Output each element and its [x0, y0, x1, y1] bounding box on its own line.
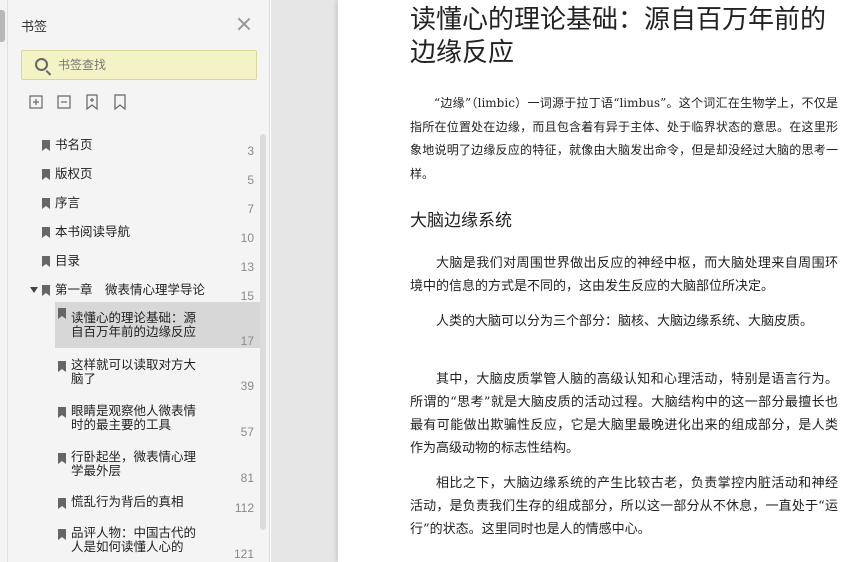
bookmark-icon [42, 256, 50, 267]
bookmark-label: 版权页 [55, 167, 93, 181]
bookmark-icon [58, 498, 66, 509]
bookmarks-panel: 书签 书名页 3 [8, 0, 270, 562]
side-rail [0, 0, 8, 562]
bookmark-label: 书名页 [55, 138, 93, 152]
bookmark-label: 学最外层 [71, 464, 122, 478]
bookmark-search[interactable] [21, 50, 257, 80]
body-paragraph: 其中，大脑皮质掌管人脑的高级认知和心理活动，特别是语言行为。所谓的“思考”就是大… [410, 372, 838, 456]
bookmark-icon [42, 169, 50, 180]
bookmark-item[interactable]: 版权页 5 [20, 163, 258, 187]
body-paragraph: 大脑是我们对周围世界做出反应的神经中枢，而大脑处理来自周围环境中的信息的方式是不… [410, 256, 838, 294]
bookmark-item[interactable]: 品评人物：中国古代的 人是如何读懂人心的 121 [55, 523, 258, 562]
bookmark-label: 人是如何读懂人心的 [71, 540, 184, 554]
page-number: 3 [247, 144, 254, 158]
bookmark-scrollbar[interactable] [260, 134, 266, 530]
page-number: 13 [240, 260, 254, 274]
page-number: 39 [240, 379, 254, 393]
page-number: 57 [240, 425, 254, 439]
page-number: 10 [240, 231, 254, 245]
bookmark-item[interactable]: 行卧起坐，微表情心理 学最外层 81 [55, 447, 258, 487]
bookmark-icon [58, 361, 66, 372]
intro-paragraph: “边缘”（limbic）一词源于拉丁语“limbus”。这个词汇在生物学上，不仅… [410, 96, 838, 181]
page-number: 112 [234, 501, 254, 515]
chapter-title: 读懂心的理论基础：源自百万年前的边缘反应 [410, 5, 827, 68]
bookmark-label: 第一章 微表情心理学导论 [55, 283, 206, 297]
collapse-all-icon[interactable] [55, 93, 73, 111]
panel-title: 书签 [21, 20, 48, 35]
bookmark-item[interactable]: 书名页 3 [20, 134, 258, 158]
bookmark-item[interactable]: 这样就可以读取对方大 脑了 39 [55, 355, 258, 395]
bookmark-icon [58, 453, 66, 464]
search-icon [35, 58, 48, 71]
bookmark-label: 脑了 [71, 372, 97, 386]
bookmark-icon [42, 227, 50, 238]
page-number: 7 [247, 202, 254, 216]
bookmark-icon [42, 285, 50, 296]
bookmark-label: 品评人物：中国古代的 [71, 526, 197, 540]
page-number: 17 [240, 334, 254, 348]
bookmark-label: 读懂心的理论基础：源 [71, 311, 197, 325]
bookmark-chapter[interactable]: 第一章 微表情心理学导论 15 [20, 279, 258, 303]
document-page: 读懂心的理论基础：源自百万年前的边缘反应 “边缘”（limbic）一词源于拉丁语… [338, 0, 858, 562]
body-paragraph: 相比之下，大脑边缘系统的产生比较古老，负责掌控内脏活动和神经活动，是负责我们生存… [410, 476, 838, 537]
reader-app: 书签 书名页 3 [0, 0, 858, 562]
bookmark-label: 眼睛是观察他人微表情 [71, 404, 197, 418]
bookmark-icon [58, 407, 66, 418]
chevron-down-icon[interactable] [30, 287, 38, 293]
section-title: 大脑边缘系统 [410, 211, 512, 231]
add-bookmark-icon[interactable] [83, 93, 101, 111]
page-number: 15 [240, 289, 254, 303]
bookmark-label: 序言 [55, 196, 81, 210]
bookmark-item[interactable]: 本书阅读导航 10 [20, 221, 258, 245]
page-number: 81 [240, 471, 254, 485]
bookmark-icon [42, 140, 50, 151]
bookmark-item-selected[interactable]: 读懂心的理论基础：源 自百万年前的边缘反应 17 [55, 302, 262, 348]
bookmark-item[interactable]: 眼睛是观察他人微表情 时的最主要的工具 57 [55, 401, 258, 441]
body-paragraph: 人类的大脑可以分为三个部分：脑核、大脑边缘系统、大脑皮质。 [436, 314, 814, 329]
bookmark-label: 本书阅读导航 [55, 225, 131, 239]
bookmarks-rail-tab[interactable] [0, 10, 5, 42]
search-input[interactable] [58, 55, 248, 75]
bookmark-icon[interactable] [111, 93, 129, 111]
bookmark-item[interactable]: 目录 13 [20, 250, 258, 274]
bookmark-label: 慌乱行为背后的真相 [71, 495, 184, 509]
expand-all-icon[interactable] [27, 93, 45, 111]
bookmark-label: 目录 [55, 254, 81, 268]
bookmark-icon [58, 308, 66, 319]
close-icon[interactable] [237, 17, 251, 31]
bookmark-icon [58, 529, 66, 540]
bookmark-item[interactable]: 序言 7 [20, 192, 258, 216]
bookmark-label: 自百万年前的边缘反应 [71, 325, 197, 339]
bookmark-icon [42, 198, 50, 209]
bookmark-label: 行卧起坐，微表情心理 [71, 450, 197, 464]
page-number: 5 [247, 173, 254, 187]
page-number: 121 [233, 547, 254, 561]
bookmark-item[interactable]: 慌乱行为背后的真相 112 [55, 492, 258, 518]
bookmark-label: 时的最主要的工具 [71, 418, 172, 432]
bookmark-label: 这样就可以读取对方大 [71, 358, 197, 372]
